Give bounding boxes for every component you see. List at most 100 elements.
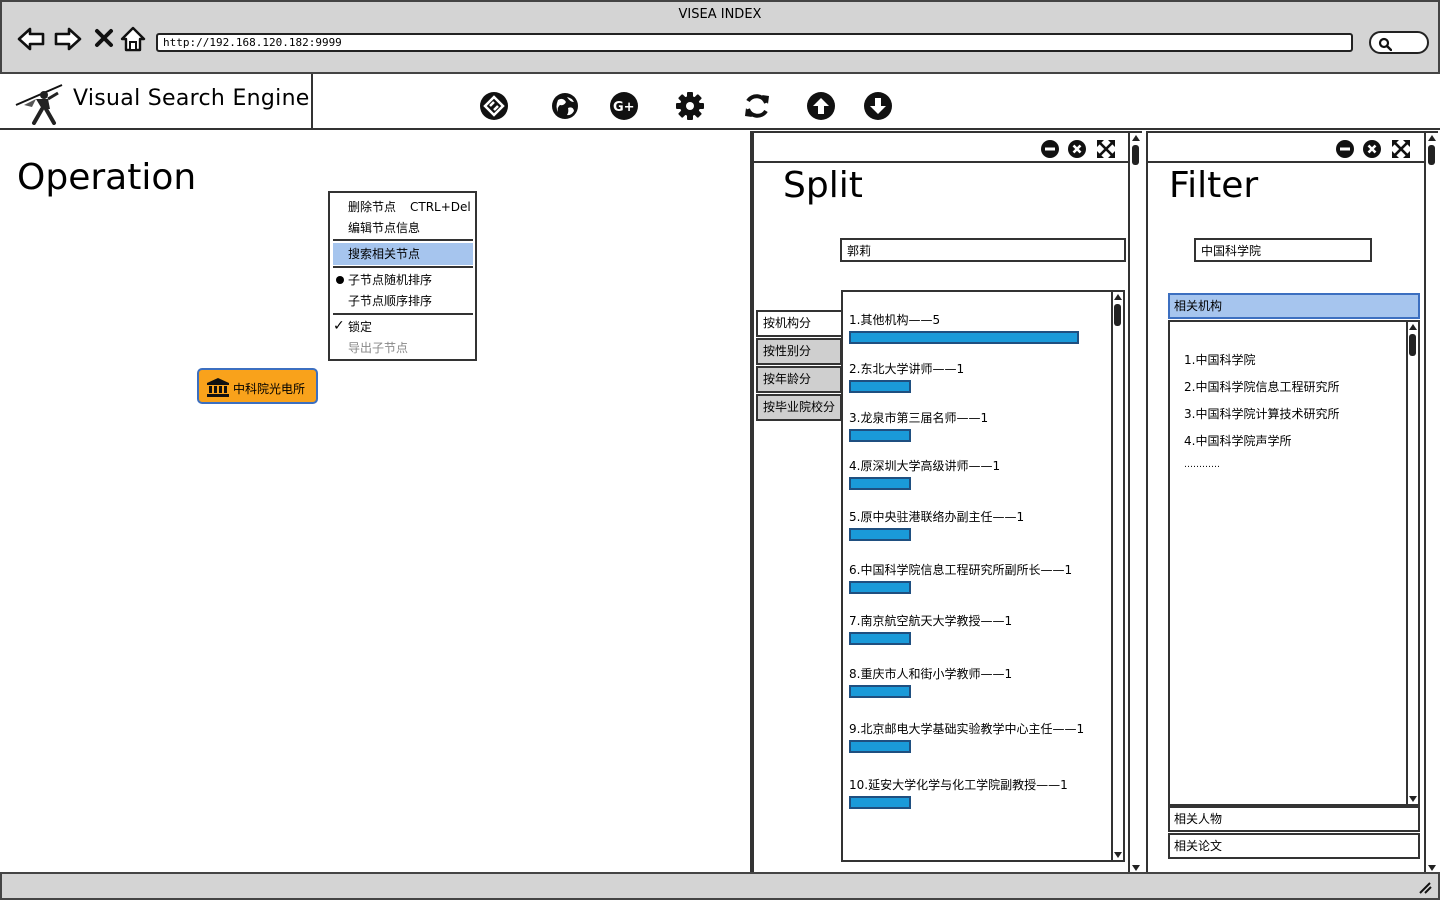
split-search-input[interactable] (840, 238, 1126, 262)
arrow-up-circle-icon[interactable] (806, 91, 836, 121)
scroll-up-icon[interactable] (1428, 135, 1436, 141)
split-item-bar (849, 796, 911, 809)
filter-list-scrollbar[interactable] (1406, 322, 1418, 804)
tab-by-organization[interactable]: 按机构分 (756, 310, 844, 337)
scroll-thumb[interactable] (1114, 304, 1121, 326)
split-item-label[interactable]: 7.南京航空航天大学教授——1 (849, 612, 1012, 629)
split-window-bar (754, 133, 1128, 163)
split-item-label[interactable]: 10.延安大学化学与化工学院副教授——1 (849, 776, 1068, 793)
section-related-institutions[interactable]: 相关机构 (1168, 293, 1420, 319)
section-related-papers[interactable]: 相关论文 (1168, 833, 1420, 859)
menu-item-label: 搜索相关节点 (348, 247, 421, 261)
scroll-up-icon[interactable] (1114, 294, 1122, 300)
search-icon (1378, 37, 1392, 51)
menu-item-shortcut: CTRL+Del (410, 200, 471, 214)
filter-title: Filter (1169, 165, 1259, 206)
graph-node[interactable]: 中科院光电所 (197, 368, 318, 404)
scroll-thumb[interactable] (1409, 334, 1416, 356)
list-ellipsis: ………… (1184, 460, 1220, 470)
split-item-bar (849, 528, 911, 541)
tab-by-gender[interactable]: 按性别分 (756, 338, 842, 365)
menu-item-label: 子节点顺序排序 (348, 294, 433, 308)
split-panel-scrollbar[interactable] (1128, 133, 1142, 873)
tab-by-school[interactable]: 按毕业院校分 (756, 394, 842, 421)
brand-name: Visual Search Engine (73, 86, 310, 111)
institution-icon (207, 378, 229, 397)
google-plus-icon[interactable]: G+ (609, 91, 639, 121)
menu-item-search-related[interactable]: 搜索相关节点 (333, 243, 473, 265)
menu-item-order-sort[interactable]: 子节点顺序排序 (330, 290, 475, 312)
forward-arrow-icon[interactable] (53, 24, 83, 54)
split-item-label[interactable]: 6.中国科学院信息工程研究所副所长——1 (849, 561, 1072, 578)
filter-search-input[interactable] (1194, 238, 1372, 262)
menu-item-random-sort[interactable]: 子节点随机排序 (330, 269, 475, 291)
scroll-up-icon[interactable] (1132, 135, 1140, 141)
menu-separator (333, 313, 473, 315)
close-icon[interactable] (1362, 139, 1382, 159)
browser-search-field[interactable] (1369, 31, 1429, 54)
node-context-menu: 删除节点 CTRL+Del 编辑节点信息 搜索相关节点 子节点随机排序 子节点顺… (328, 191, 477, 361)
split-item-label[interactable]: 3.龙泉市第三届名师——1 (849, 409, 988, 426)
gear-icon[interactable] (675, 91, 705, 121)
split-item-label[interactable]: 9.北京邮电大学基础实验教学中心主任——1 (849, 720, 1084, 737)
split-item-label[interactable]: 2.东北大学讲师——1 (849, 360, 964, 377)
related-institutions-list: 1.中国科学院 2.中国科学院信息工程研究所 3.中国科学院计算技术研究所 4.… (1168, 320, 1420, 806)
scroll-up-icon[interactable] (1409, 324, 1417, 330)
close-icon[interactable] (1067, 139, 1087, 159)
menu-item-label: 子节点随机排序 (348, 273, 433, 287)
share-icon[interactable] (479, 91, 509, 121)
split-item-bar (849, 685, 911, 698)
scroll-down-icon[interactable] (1114, 852, 1122, 858)
split-item-bar (849, 477, 911, 490)
split-result-list: 1.其他机构——5 2.东北大学讲师——1 3.龙泉市第三届名师——1 4.原深圳大学… (841, 290, 1125, 862)
section-related-people[interactable]: 相关人物 (1168, 806, 1420, 832)
menu-item-label: 导出子节点 (348, 341, 409, 355)
back-arrow-icon[interactable] (16, 24, 46, 54)
resize-grip-icon[interactable] (1418, 882, 1432, 894)
filter-panel-scrollbar[interactable] (1424, 133, 1438, 873)
arrow-down-circle-icon[interactable] (863, 91, 893, 121)
scroll-down-icon[interactable] (1132, 865, 1140, 871)
split-item-label[interactable]: 1.其他机构——5 (849, 311, 940, 328)
scroll-thumb[interactable] (1132, 145, 1139, 165)
menu-item-label: 锁定 (348, 320, 373, 334)
menu-item-label: 编辑节点信息 (348, 221, 421, 235)
split-item-bar (849, 740, 911, 753)
menu-item-label: 删除节点 (348, 200, 397, 214)
maximize-icon[interactable] (1096, 139, 1116, 159)
list-item[interactable]: 4.中国科学院声学所 (1184, 432, 1291, 449)
close-x-icon[interactable] (90, 24, 120, 54)
split-list-scrollbar[interactable] (1111, 292, 1123, 860)
scroll-thumb[interactable] (1428, 145, 1435, 165)
home-icon[interactable] (118, 24, 148, 54)
browser-chrome: VISEA INDEX http://192.168.120.182:9999 (0, 0, 1440, 74)
split-item-label[interactable]: 4.原深圳大学高级讲师——1 (849, 457, 1000, 474)
menu-separator (333, 266, 473, 268)
split-item-label[interactable]: 8.重庆市人和街小学教师——1 (849, 665, 1012, 682)
refresh-icon[interactable] (742, 91, 772, 121)
menu-item-delete-node[interactable]: 删除节点 CTRL+Del (330, 196, 475, 218)
split-item-bar (849, 429, 911, 442)
minimize-icon[interactable] (1040, 139, 1060, 159)
window-title: VISEA INDEX (678, 7, 762, 22)
brand: Visual Search Engine (0, 74, 313, 130)
url-bar[interactable]: http://192.168.120.182:9999 (156, 33, 1353, 52)
menu-item-export-children: 导出子节点 (330, 337, 475, 359)
scroll-down-icon[interactable] (1428, 865, 1436, 871)
split-panel: Split 按机构分 按性别分 按年龄分 按毕业院校分 1.其他机构——5 2.东… (752, 131, 1142, 875)
split-item-bar (849, 632, 911, 645)
radio-bullet-icon (336, 276, 344, 284)
filter-window-bar (1148, 133, 1424, 163)
split-item-label[interactable]: 5.原中央驻港联络办副主任——1 (849, 508, 1024, 525)
minimize-icon[interactable] (1335, 139, 1355, 159)
menu-item-edit-node[interactable]: 编辑节点信息 (330, 217, 475, 239)
checkmark-icon: ✓ (333, 318, 345, 334)
globe-icon[interactable] (550, 91, 580, 121)
maximize-icon[interactable] (1391, 139, 1411, 159)
scroll-down-icon[interactable] (1409, 796, 1417, 802)
list-item[interactable]: 2.中国科学院信息工程研究所 (1184, 378, 1339, 395)
list-item[interactable]: 1.中国科学院 (1184, 351, 1255, 368)
tab-by-age[interactable]: 按年龄分 (756, 366, 842, 393)
menu-item-lock[interactable]: ✓ 锁定 (330, 316, 475, 338)
list-item[interactable]: 3.中国科学院计算技术研究所 (1184, 405, 1339, 422)
